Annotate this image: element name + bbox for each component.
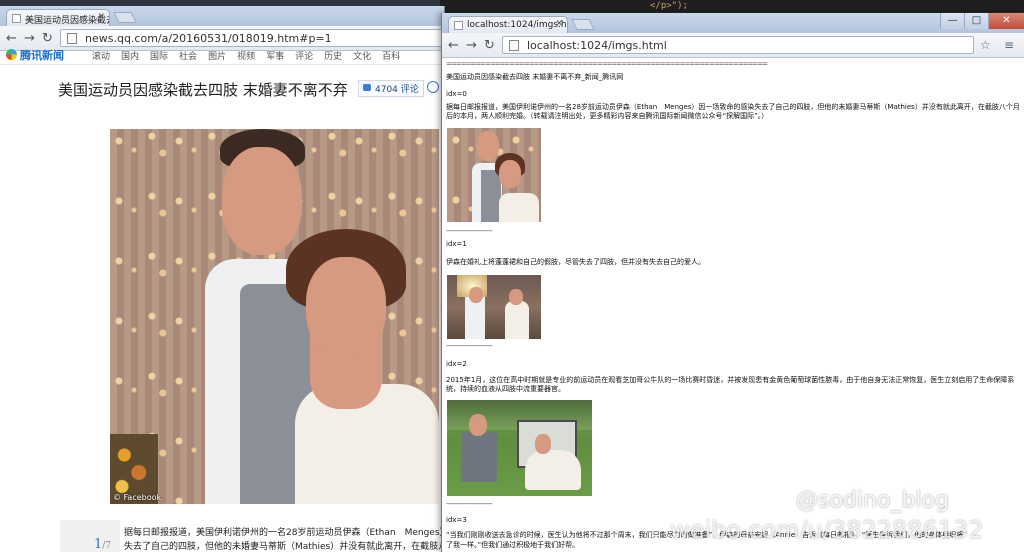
play-icon[interactable] [427,81,439,93]
close-tab-icon[interactable]: ✕ [97,12,105,22]
article-body: 据每日邮报报道，美国伊利诺伊州的一名28岁前运动员伊森（Ethan Menges… [124,526,444,552]
image-thumbnail [447,400,592,496]
tab-title: localhost:1024/imgs.htm [467,20,568,30]
forward-icon[interactable]: → [24,31,35,46]
site-navigation: 腾讯新闻 滚动 国内 国际 社会 图片 视频 军事 评论 历史 文化 百科 [0,45,444,65]
new-tab-button[interactable] [113,12,137,23]
url-text: news.qq.com/a/20160531/018019.htm#p=1 [85,32,332,45]
address-bar[interactable]: localhost:1024/imgs.html [502,36,974,54]
separator: ------------------------------ [446,342,493,350]
paragraph-line: 了我一样。”但我们通过积极地于我们好帮。 [446,541,580,549]
nav-link[interactable]: 历史 [324,49,342,62]
forward-icon[interactable]: → [466,38,477,53]
article-photo: © Facebook [110,129,439,504]
image-thumbnail [447,128,541,222]
separator: ========================================… [446,60,768,68]
menu-icon[interactable]: ≡ [1004,38,1014,52]
comment-label: 评论 [400,85,419,95]
nav-link[interactable]: 滚动 [92,49,110,62]
logo-icon [6,49,17,60]
page-title-text: 美国运动员因感染截去四肢 末婚妻不离不弃_新闻_腾讯网 [446,73,624,81]
nav-links: 滚动 国内 国际 社会 图片 视频 军事 评论 历史 文化 百科 [92,49,400,62]
comment-icon [363,84,371,91]
reload-icon[interactable]: ↻ [42,31,53,46]
new-tab-button[interactable] [571,19,595,30]
page-icon [509,40,519,51]
nav-link[interactable]: 军事 [266,49,284,62]
article-title: 美国运动员因感染截去四肢 末婚妻不离不弃 [58,81,348,99]
code-editor-strip: </p>"); [440,0,1024,12]
browser-window-news: 美国运动员因感染截去四肢 ✕ ← → ↻ news.qq.com/a/20160… [0,6,445,552]
body-line: 失去了自己的四肢，但他的未婚妻马蒂斯（Mathies）并没有就此离开，在截肢八个 [124,542,444,552]
nav-link[interactable]: 百科 [382,49,400,62]
index-label: idx=0 [446,90,467,98]
url-text: localhost:1024/imgs.html [527,39,667,52]
nav-link[interactable]: 图片 [208,49,226,62]
tab-strip: localhost:1024/imgs.htm ✕ — □ ✕ [442,13,1024,33]
nav-link[interactable]: 国际 [150,49,168,62]
nav-link[interactable]: 文化 [353,49,371,62]
comment-count: 4704 [375,85,398,95]
index-label: idx=2 [446,360,467,368]
photo-pager: 1/7 [94,537,111,552]
reload-icon[interactable]: ↻ [484,38,495,53]
paragraph-line: 伊森在婚礼上将蓬蓬裙和自己的假肢，尽管失去了四肢，但并没有失去自己的爱人。 [446,258,705,266]
page-icon [67,33,77,44]
back-icon[interactable]: ← [448,38,459,53]
page-icon [12,14,21,23]
separator: ------------------------------ [446,500,493,508]
pager-total: /7 [102,541,112,551]
weibo-watermark: @sodino_blog [760,488,949,513]
weibo-url-watermark: weibo.com/u/3822886132 [670,516,984,544]
paragraph-line: 后的本月，两人顺利完婚。（转载请注明出处，更多精彩内容来自腾讯国际新闻微信公众号… [446,112,769,120]
site-logo[interactable]: 腾讯新闻 [6,47,64,63]
nav-link[interactable]: 国内 [121,49,139,62]
nav-link[interactable]: 视频 [237,49,255,62]
body-line: 据每日邮报报道，美国伊利诺伊州的一名28岁前运动员伊森（Ethan Menges… [124,528,444,538]
image-thumbnail [447,275,541,339]
photo-credit: © Facebook [113,493,162,502]
navigation-toolbar: ← → ↻ localhost:1024/imgs.html ☆ ≡ [442,33,1024,58]
close-tab-icon[interactable]: ✕ [555,19,563,29]
desktop: </p>"); 美国运动员因感染截去四肢 ✕ ← → ↻ news.qq.com… [0,0,1024,552]
page-icon [454,21,463,30]
back-icon[interactable]: ← [6,31,17,46]
tab-strip: 美国运动员因感染截去四肢 ✕ [0,6,444,26]
nav-link[interactable]: 社会 [179,49,197,62]
separator: ------------------------------ [446,227,493,235]
weibo-logo-icon [760,488,790,510]
tab-news[interactable]: 美国运动员因感染截去四肢 ✕ [6,9,110,26]
index-label: idx=3 [446,516,467,524]
nav-link[interactable]: 评论 [295,49,313,62]
comment-button[interactable]: 4704 评论 [358,80,424,97]
index-label: idx=1 [446,240,467,248]
tab-localhost[interactable]: localhost:1024/imgs.htm ✕ [448,16,568,33]
paragraph-line: 统，持续的血液从四肢中流重要器官。 [446,385,565,393]
bookmark-star-icon[interactable]: ☆ [980,38,991,52]
minimize-button[interactable]: — [940,13,964,29]
close-window-button[interactable]: ✕ [988,13,1024,29]
maximize-button[interactable]: □ [964,13,988,29]
window-controls: — □ ✕ [940,13,1024,29]
browser-window-localhost: localhost:1024/imgs.htm ✕ — □ ✕ ← → ↻ lo… [441,13,1024,552]
